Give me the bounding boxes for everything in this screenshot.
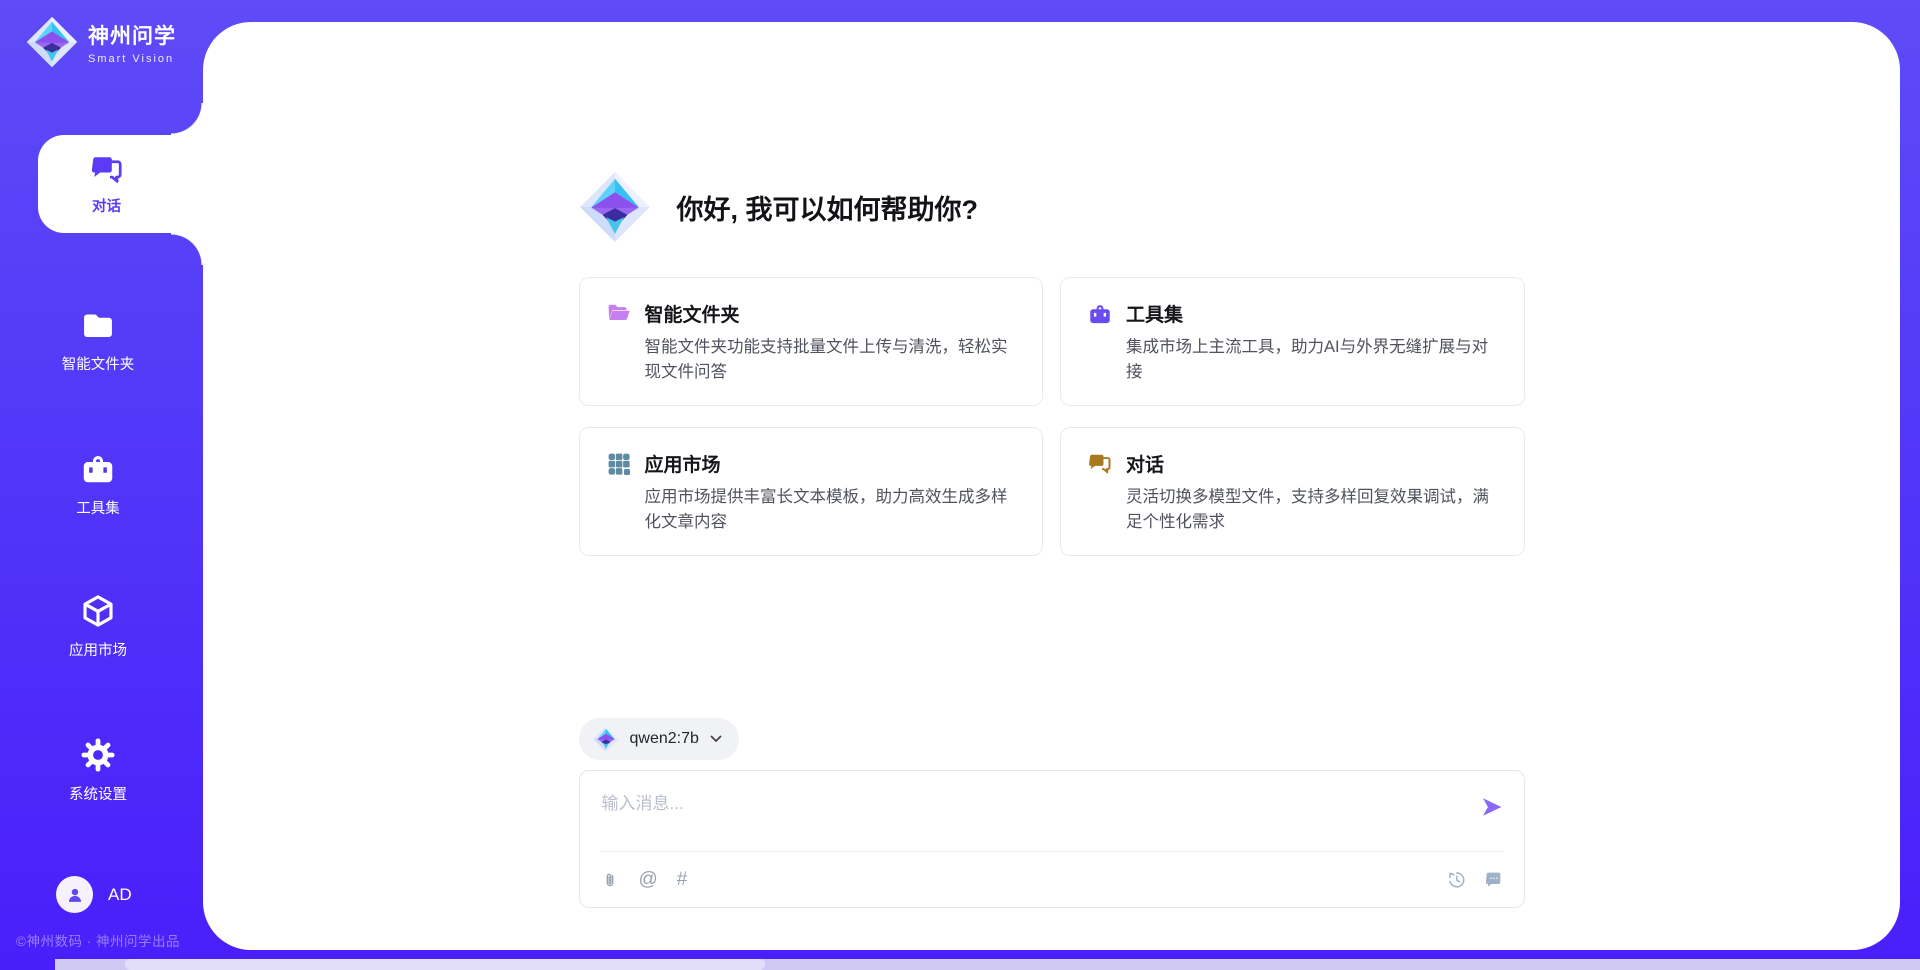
card-title: 工具集 [1126, 300, 1183, 327]
avatar [56, 876, 93, 913]
gear-icon [79, 736, 117, 774]
sidebar-item-label: 应用市场 [69, 639, 127, 660]
send-button[interactable] [1480, 795, 1504, 819]
active-tab-top-fillet [171, 103, 203, 135]
sidebar-item-label: 系统设置 [69, 783, 127, 804]
main-panel: 你好, 我可以如何帮助你? 智能文件夹 智能文件夹功能支持批量文件上传与清洗，轻… [203, 22, 1900, 950]
send-icon [1480, 795, 1504, 819]
brand-name: 神州问学 [88, 20, 176, 50]
model-selector[interactable]: qwen2:7b [579, 718, 739, 760]
card-title: 应用市场 [645, 450, 721, 477]
card-description: 应用市场提供丰富长文本模板，助力高效生成多样化文章内容 [645, 485, 1017, 535]
card-title: 智能文件夹 [645, 300, 740, 327]
chat-icon [89, 152, 125, 188]
sidebar-item-toolset[interactable]: 工具集 [0, 450, 196, 518]
card-description: 智能文件夹功能支持批量文件上传与清洗，轻松实现文件问答 [645, 335, 1017, 385]
sidebar-item-label: 对话 [92, 195, 121, 216]
user-name: AD [108, 885, 132, 905]
greeting-title: 你好, 我可以如何帮助你? [677, 188, 979, 227]
composer-toolbar: @ # [600, 851, 1504, 907]
greeting: 你好, 我可以如何帮助你? [579, 171, 1525, 243]
active-tab-bottom-fillet [171, 233, 203, 265]
feature-cards: 智能文件夹 智能文件夹功能支持批量文件上传与清洗，轻松实现文件问答 工具集 集成… [579, 277, 1525, 556]
card-description: 灵活切换多模型文件，支持多样回复效果调试，满足个性化需求 [1126, 485, 1498, 535]
cube-icon [79, 592, 117, 630]
hash-icon[interactable]: # [677, 870, 688, 889]
copyright-footer: ©神州数码 · 神州问学出品 [16, 930, 180, 950]
card-toolset[interactable]: 工具集 集成市场上主流工具，助力AI与外界无缝扩展与对接 [1060, 277, 1525, 406]
grid-icon [606, 451, 632, 477]
at-icon[interactable]: @ [639, 870, 658, 889]
sidebar-item-label: 智能文件夹 [62, 353, 135, 374]
user-account[interactable]: AD [56, 876, 132, 913]
sidebar-item-app-market[interactable]: 应用市场 [0, 592, 196, 660]
horizontal-scrollbar-thumb[interactable] [125, 959, 765, 970]
message-bubble-icon[interactable] [1483, 869, 1504, 890]
open-folder-icon [606, 301, 632, 327]
diamond-logo-icon [26, 16, 78, 68]
sidebar-item-chat[interactable]: 对话 [38, 135, 211, 233]
card-chat[interactable]: 对话 灵活切换多模型文件，支持多样回复效果调试，满足个性化需求 [1060, 427, 1525, 556]
app-window: 神州问学 Smart Vision 对话 智能文件夹 工具集 应用市场 [0, 0, 1920, 970]
message-composer: @ # [579, 770, 1525, 908]
folder-icon [79, 306, 117, 344]
sidebar-item-settings[interactable]: 系统设置 [0, 736, 196, 804]
brand-subtitle: Smart Vision [88, 53, 176, 65]
history-icon[interactable] [1446, 869, 1467, 890]
card-app-market[interactable]: 应用市场 应用市场提供丰富长文本模板，助力高效生成多样化文章内容 [579, 427, 1044, 556]
card-title: 对话 [1126, 450, 1164, 477]
toolbox-icon [1087, 301, 1113, 327]
diamond-logo-icon [579, 171, 651, 243]
sidebar-item-label: 工具集 [76, 497, 120, 518]
model-name: qwen2:7b [630, 730, 699, 748]
paperclip-icon[interactable] [600, 870, 620, 890]
sidebar-item-smart-folder[interactable]: 智能文件夹 [0, 306, 196, 374]
chevron-down-icon [709, 732, 723, 746]
brand-logo: 神州问学 Smart Vision [26, 16, 176, 68]
message-input[interactable] [600, 787, 1920, 843]
card-smart-folder[interactable]: 智能文件夹 智能文件夹功能支持批量文件上传与清洗，轻松实现文件问答 [579, 277, 1044, 406]
toolbox-icon [79, 450, 117, 488]
diamond-logo-icon [593, 726, 619, 752]
chat-icon [1087, 451, 1113, 477]
user-avatar-icon [64, 884, 86, 906]
card-description: 集成市场上主流工具，助力AI与外界无缝扩展与对接 [1126, 335, 1498, 385]
